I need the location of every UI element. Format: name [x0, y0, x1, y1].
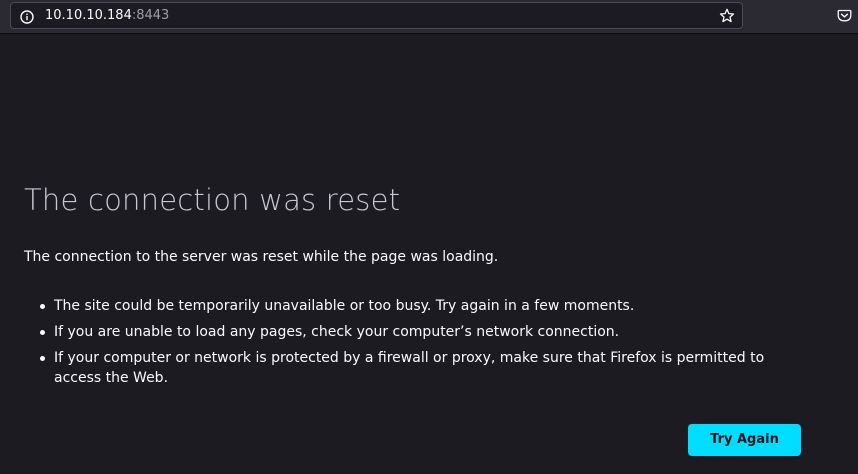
try-again-button[interactable]: Try Again: [688, 424, 801, 456]
bullet-icon: [40, 304, 45, 309]
pocket-icon[interactable]: [837, 8, 852, 23]
address-bar[interactable]: 10.10.10.184:8443: [10, 2, 743, 29]
info-icon[interactable]: [20, 9, 34, 24]
url-host: 10.10.10.184: [45, 8, 132, 23]
error-tip: If your computer or network is protected…: [24, 348, 814, 388]
bullet-icon: [40, 330, 45, 335]
url-port: :8443: [131, 8, 170, 23]
error-title: The connection was reset: [24, 183, 401, 217]
bullet-icon: [40, 356, 45, 361]
error-tips-list: The site could be temporarily unavailabl…: [24, 296, 814, 394]
error-tip: The site could be temporarily unavailabl…: [24, 296, 814, 316]
error-tip-text: If you are unable to load any pages, che…: [54, 324, 620, 340]
error-tip-text: The site could be temporarily unavailabl…: [54, 298, 635, 314]
url-text[interactable]: 10.10.10.184:8443: [45, 8, 169, 24]
error-tip: If you are unable to load any pages, che…: [24, 322, 814, 342]
error-tip-text: If your computer or network is protected…: [54, 350, 765, 386]
browser-toolbar: 10.10.10.184:8443: [0, 0, 858, 34]
star-icon[interactable]: [719, 8, 735, 24]
error-description: The connection to the server was reset w…: [24, 249, 499, 265]
